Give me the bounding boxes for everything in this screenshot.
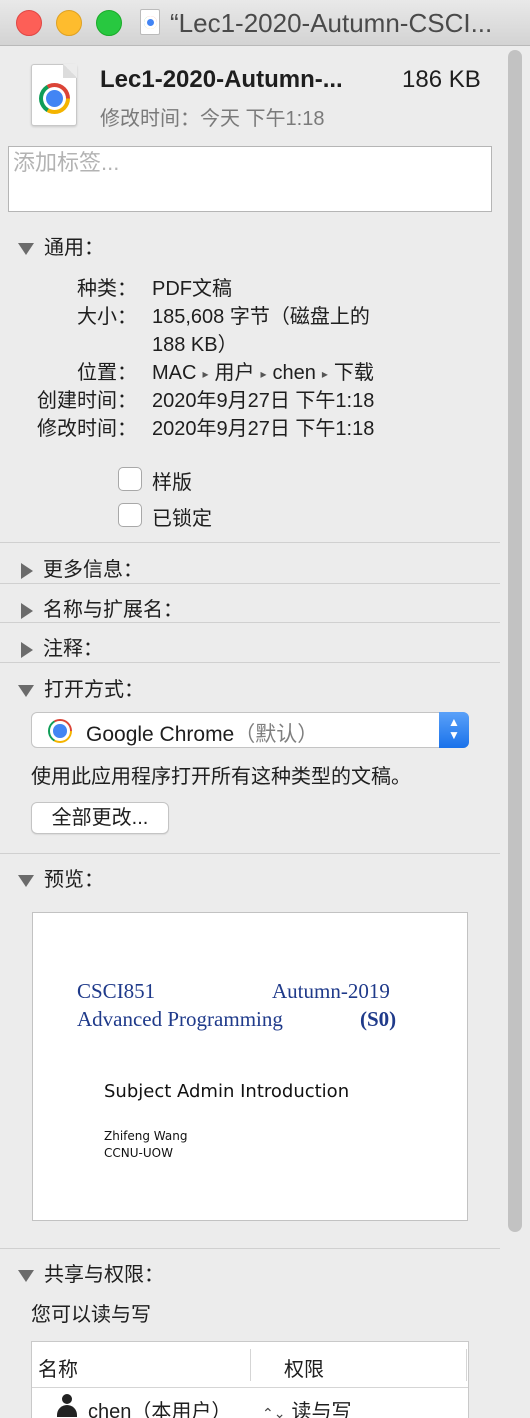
open-with-description: 使用此应用程序打开所有这种类型的文稿。 [31,766,411,788]
user-icon [56,1394,78,1418]
table-row[interactable]: chen（本用户） ⌃⌄ 读与写 [32,1390,468,1418]
section-name-extension[interactable]: 名称与扩展名： [18,593,183,622]
minimize-button[interactable] [56,10,82,36]
preview-thumbnail: CSCI851 Autumn-2019 Advanced Programming… [32,912,468,1221]
title-bar: “Lec1-2020-Autumn-CSCI... [0,0,530,46]
divider [0,583,500,584]
row-user-name: chen（本用户） [88,1401,232,1418]
permissions-table: 名称 权限 chen（本用户） ⌃⌄ 读与写 [31,1341,469,1418]
chrome-icon [39,83,70,114]
preview-session: (S0) [360,1007,397,1031]
popup-stepper-icon: ⌃⌄ [262,1405,286,1418]
section-preview[interactable]: 预览： [18,863,104,892]
open-with-popup[interactable]: Google Chrome（默认） ▲ ▼ [31,712,469,748]
file-icon[interactable] [31,64,77,126]
locked-label: 已锁定 [152,508,212,530]
tags-input[interactable] [9,147,491,179]
divider [0,1248,500,1249]
disclosure-triangle-icon[interactable] [18,874,34,887]
divider [0,622,500,623]
disclosure-triangle-icon[interactable] [18,242,34,255]
preview-org: CCNU-UOW [104,1146,173,1160]
column-permission[interactable]: 权限 [284,1353,324,1382]
disclosure-triangle-icon[interactable] [21,562,33,579]
where-path: MAC ▸ 用户 ▸ chen ▸ 下载 [152,362,374,384]
disclosure-triangle-icon[interactable] [18,684,34,697]
row-permission[interactable]: ⌃⌄ 读与写 [262,1395,351,1418]
column-name[interactable]: 名称 [38,1353,78,1382]
preview-term: Autumn-2019 [272,979,390,1003]
zoom-button[interactable] [96,10,122,36]
created-value: 2020年9月27日 下午1:18 [152,390,375,412]
disclosure-triangle-icon[interactable] [18,1269,34,1282]
sharing-summary: 您可以读与写 [31,1304,151,1326]
tags-field[interactable] [8,146,492,212]
file-name: Lec1-2020-Autumn-... [100,66,343,93]
size-value: 185,608 字节（磁盘上的 [152,306,370,328]
preview-author: Zhifeng Wang [104,1129,188,1143]
path-arrow-icon: ▸ [260,366,267,381]
size-value-disk: 188 KB） [152,334,238,356]
preview-subject: Subject Admin Introduction [104,1081,350,1102]
close-button[interactable] [16,10,42,36]
popup-stepper-icon[interactable]: ▲ ▼ [439,712,469,748]
section-general[interactable]: 通用： [18,231,104,260]
disclosure-triangle-icon[interactable] [21,641,33,658]
stationery-checkbox[interactable] [118,467,142,491]
preview-course-code: CSCI851 [77,979,156,1003]
section-open-with[interactable]: 打开方式： [18,673,144,702]
locked-checkbox[interactable] [118,503,142,527]
stationery-label: 样版 [152,472,192,494]
document-proxy-icon[interactable] [140,9,160,35]
scrollbar-thumb[interactable] [508,50,522,1232]
file-modified: 修改时间：今天 下午1:18 [100,108,325,130]
divider [0,853,500,854]
divider [0,662,500,663]
section-more-info[interactable]: 更多信息： [18,553,143,582]
chrome-icon [48,719,72,743]
file-size: 186 KB [402,66,481,93]
path-arrow-icon: ▸ [202,366,209,381]
section-comments[interactable]: 注释： [18,632,103,661]
divider [0,542,500,543]
modified-value: 2020年9月27日 下午1:18 [152,418,375,440]
change-all-button[interactable]: 全部更改... [31,802,169,834]
open-with-default: （默认） [234,723,319,746]
permissions-header: 名称 权限 [32,1342,468,1388]
window-title: “Lec1-2020-Autumn-CSCI... [170,8,493,38]
path-arrow-icon: ▸ [321,366,328,381]
preview-course-name: Advanced Programming [77,1007,283,1031]
open-with-app: Google Chrome [86,723,235,746]
disclosure-triangle-icon[interactable] [21,602,33,619]
section-sharing-permissions[interactable]: 共享与权限： [18,1258,164,1287]
kind-value: PDF文稿 [152,278,232,300]
